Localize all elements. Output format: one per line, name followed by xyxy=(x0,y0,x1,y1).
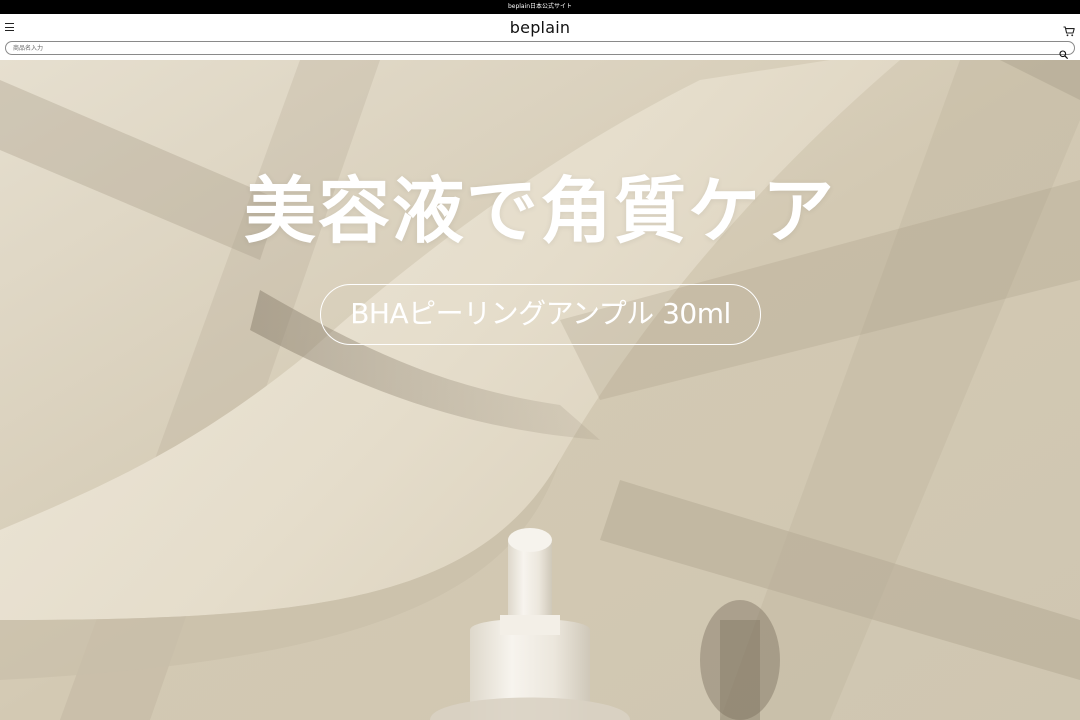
search-bar xyxy=(0,41,1080,60)
hero-heading: 美容液で角質ケア xyxy=(243,169,836,253)
site-header: beplain xyxy=(0,14,1080,41)
search-box xyxy=(5,41,1075,59)
site-logo[interactable]: beplain xyxy=(0,18,1080,37)
search-input[interactable] xyxy=(13,43,1053,54)
announcement-bar: beplain日本公式サイト xyxy=(0,0,1080,14)
shopping-cart-icon[interactable] xyxy=(1063,22,1075,37)
hero-banner[interactable]: 美容液で角質ケア BHAピーリングアンプル 30ml xyxy=(0,60,1080,720)
announcement-text: beplain日本公式サイト xyxy=(507,3,573,10)
product-button[interactable]: BHAピーリングアンプル 30ml xyxy=(320,284,761,345)
search-icon[interactable] xyxy=(1059,44,1068,59)
